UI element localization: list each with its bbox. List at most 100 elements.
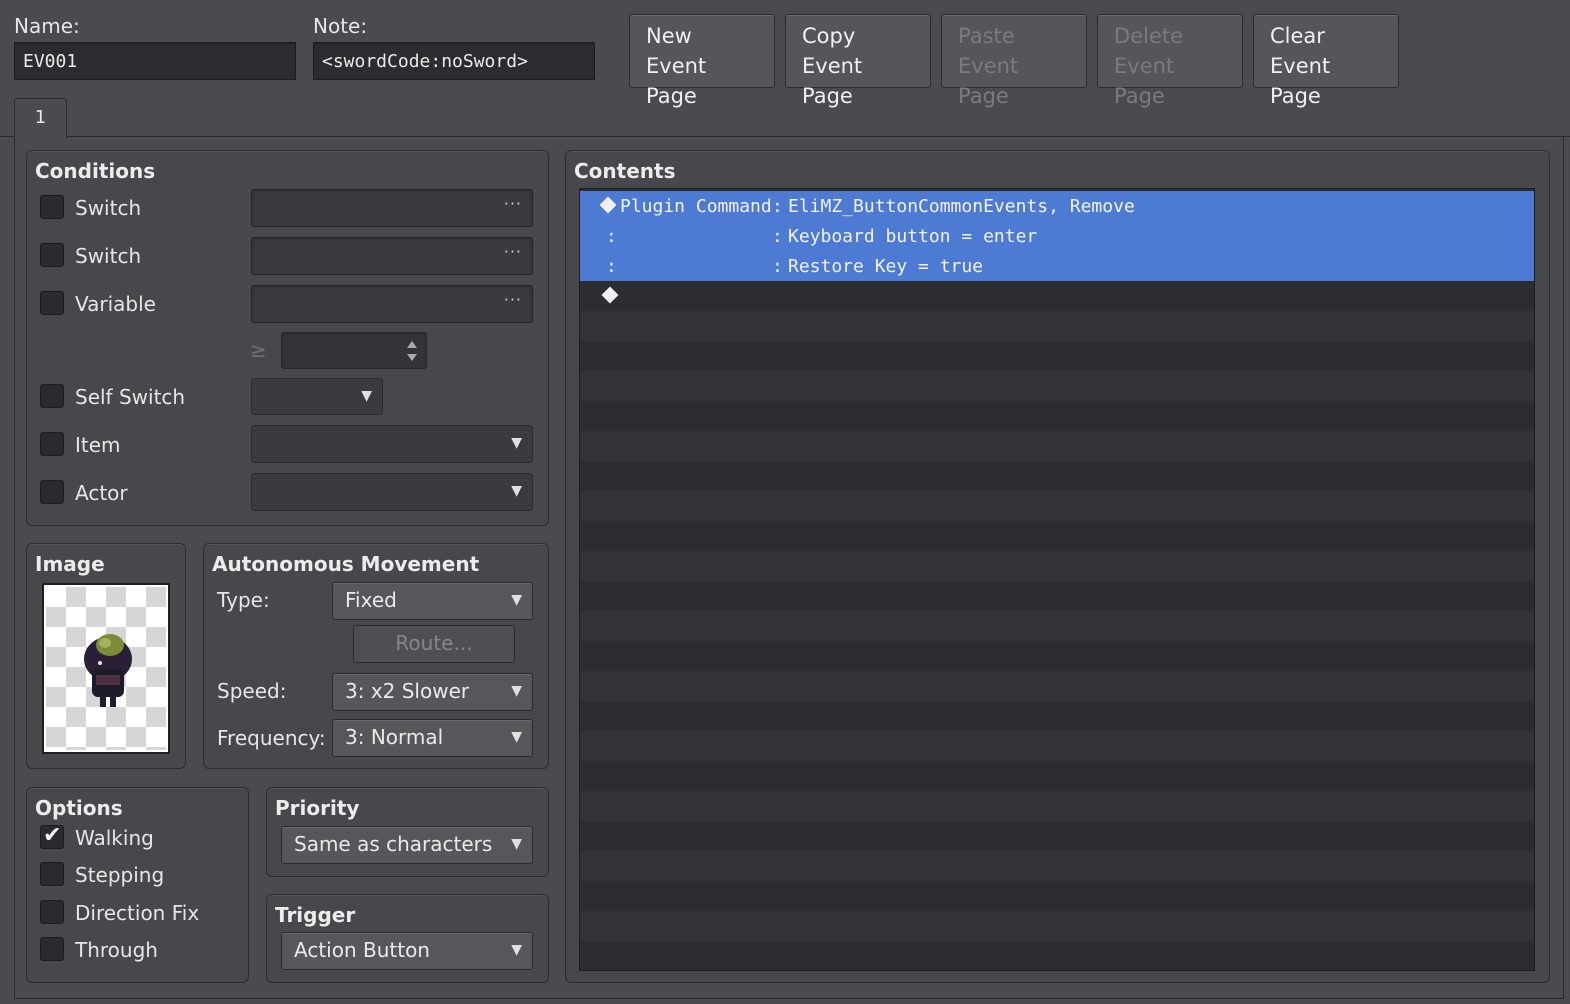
clear-button-line2: Event Page — [1270, 54, 1331, 108]
greater-equal-symbol: ≥ — [250, 338, 267, 362]
actor-checkbox[interactable] — [40, 480, 64, 504]
walking-label: Walking — [75, 826, 154, 850]
checkmark-icon: ✔ — [43, 823, 62, 848]
switch2-checkbox[interactable] — [40, 243, 64, 267]
priority-value: Same as characters — [294, 832, 493, 856]
copy-button-line1: Copy — [802, 24, 856, 48]
note-field[interactable]: <swordCode:noSword> — [313, 42, 595, 80]
image-preview[interactable] — [42, 583, 170, 754]
ellipsis-icon: ··· — [503, 242, 522, 261]
switch1-selector[interactable]: ··· — [251, 189, 533, 227]
variable-checkbox[interactable] — [40, 291, 64, 315]
command-row[interactable]: : : Keyboard button = enter — [580, 221, 1534, 251]
new-event-page-button[interactable]: New Event Page — [629, 14, 775, 108]
command-row[interactable]: : : Restore Key = true — [580, 251, 1534, 281]
list-row — [580, 611, 1534, 641]
movement-speed-dropdown[interactable]: 3: x2 Slower ▼ — [332, 673, 533, 711]
direction-fix-label: Direction Fix — [75, 901, 200, 925]
trigger-dropdown[interactable]: Action Button ▼ — [281, 932, 533, 970]
list-row — [580, 851, 1534, 881]
name-label: Name: — [14, 14, 80, 38]
list-row — [580, 431, 1534, 461]
command-prefix: : — [606, 256, 617, 277]
diamond-icon — [601, 286, 619, 304]
event-command-list[interactable]: Plugin Command : EliMZ_ButtonCommonEvent… — [579, 188, 1535, 971]
through-checkbox[interactable] — [40, 937, 64, 961]
priority-title: Priority — [275, 796, 360, 820]
switch1-checkbox[interactable] — [40, 195, 64, 219]
command-row[interactable]: Plugin Command : EliMZ_ButtonCommonEvent… — [580, 191, 1534, 221]
movement-type-label: Type: — [217, 588, 270, 612]
actor-label: Actor — [75, 481, 128, 505]
contents-title: Contents — [574, 159, 676, 183]
command-prefix: Plugin Command — [620, 196, 772, 217]
command-prefix: : — [606, 226, 617, 247]
character-sprite — [84, 634, 132, 707]
note-label: Note: — [313, 14, 368, 38]
delete-button-line2: Event Page — [1114, 54, 1175, 108]
tab-page-1[interactable]: 1 — [14, 98, 67, 138]
chevron-down-icon: ▼ — [511, 683, 522, 699]
self-switch-dropdown[interactable]: ▼ — [251, 378, 383, 415]
command-separator: : — [772, 196, 783, 217]
movement-speed-label: Speed: — [217, 679, 287, 703]
stepping-label: Stepping — [75, 863, 165, 887]
trigger-title: Trigger — [275, 903, 356, 927]
list-row — [580, 491, 1534, 521]
stepping-checkbox[interactable] — [40, 862, 64, 886]
switch1-label: Switch — [75, 196, 142, 220]
chevron-down-icon: ▼ — [511, 592, 522, 608]
conditions-title: Conditions — [35, 159, 156, 183]
through-label: Through — [75, 938, 158, 962]
priority-dropdown[interactable]: Same as characters ▼ — [281, 826, 533, 864]
switch2-label: Switch — [75, 244, 142, 268]
movement-frequency-dropdown[interactable]: 3: Normal ▼ — [332, 719, 533, 757]
clear-event-page-button[interactable]: Clear Event Page — [1253, 14, 1399, 108]
paste-button-line2: Event Page — [958, 54, 1019, 108]
paste-event-page-button[interactable]: Paste Event Page — [941, 14, 1087, 108]
variable-value-spinner[interactable] — [281, 332, 427, 369]
self-switch-label: Self Switch — [75, 385, 186, 409]
item-checkbox[interactable] — [40, 432, 64, 456]
movement-frequency-label: Frequency: — [217, 726, 326, 750]
switch2-selector[interactable]: ··· — [251, 237, 533, 275]
note-value: <swordCode:noSword> — [322, 51, 528, 72]
tab-page-1-label: 1 — [34, 107, 47, 128]
movement-type-dropdown[interactable]: Fixed ▼ — [332, 582, 533, 620]
item-dropdown[interactable]: ▼ — [251, 425, 533, 463]
list-row — [580, 551, 1534, 581]
new-button-line2: Event Page — [646, 54, 707, 108]
self-switch-checkbox[interactable] — [40, 384, 64, 408]
variable-label: Variable — [75, 292, 156, 316]
name-field[interactable]: EV001 — [14, 42, 296, 80]
diamond-icon — [599, 196, 617, 214]
ellipsis-icon: ··· — [503, 290, 522, 309]
ellipsis-icon: ··· — [503, 194, 522, 213]
command-text: EliMZ_ButtonCommonEvents, Remove — [788, 196, 1135, 217]
list-row — [580, 911, 1534, 941]
delete-event-page-button[interactable]: Delete Event Page — [1097, 14, 1243, 108]
route-button[interactable]: Route... — [353, 625, 515, 663]
walking-checkbox[interactable]: ✔ — [40, 823, 64, 849]
spinner-arrows-icon[interactable] — [406, 337, 418, 365]
actor-dropdown[interactable]: ▼ — [251, 473, 533, 511]
image-title: Image — [35, 552, 105, 576]
movement-frequency-value: 3: Normal — [345, 725, 444, 749]
chevron-down-icon: ▼ — [511, 435, 522, 451]
autonomous-movement-title: Autonomous Movement — [212, 552, 480, 576]
direction-fix-checkbox[interactable] — [40, 900, 64, 924]
copy-event-page-button[interactable]: Copy Event Page — [785, 14, 931, 108]
options-title: Options — [35, 796, 123, 820]
list-row — [580, 791, 1534, 821]
command-text: Keyboard button = enter — [788, 226, 1038, 247]
clear-button-line1: Clear — [1270, 24, 1325, 48]
command-separator: : — [772, 256, 783, 277]
list-row — [580, 311, 1534, 341]
delete-button-line1: Delete — [1114, 24, 1183, 48]
list-row — [580, 731, 1534, 761]
chevron-down-icon: ▼ — [511, 836, 522, 852]
chevron-down-icon: ▼ — [361, 388, 372, 404]
movement-type-value: Fixed — [345, 588, 397, 612]
variable-selector[interactable]: ··· — [251, 285, 533, 323]
command-row-empty[interactable] — [580, 281, 1534, 311]
